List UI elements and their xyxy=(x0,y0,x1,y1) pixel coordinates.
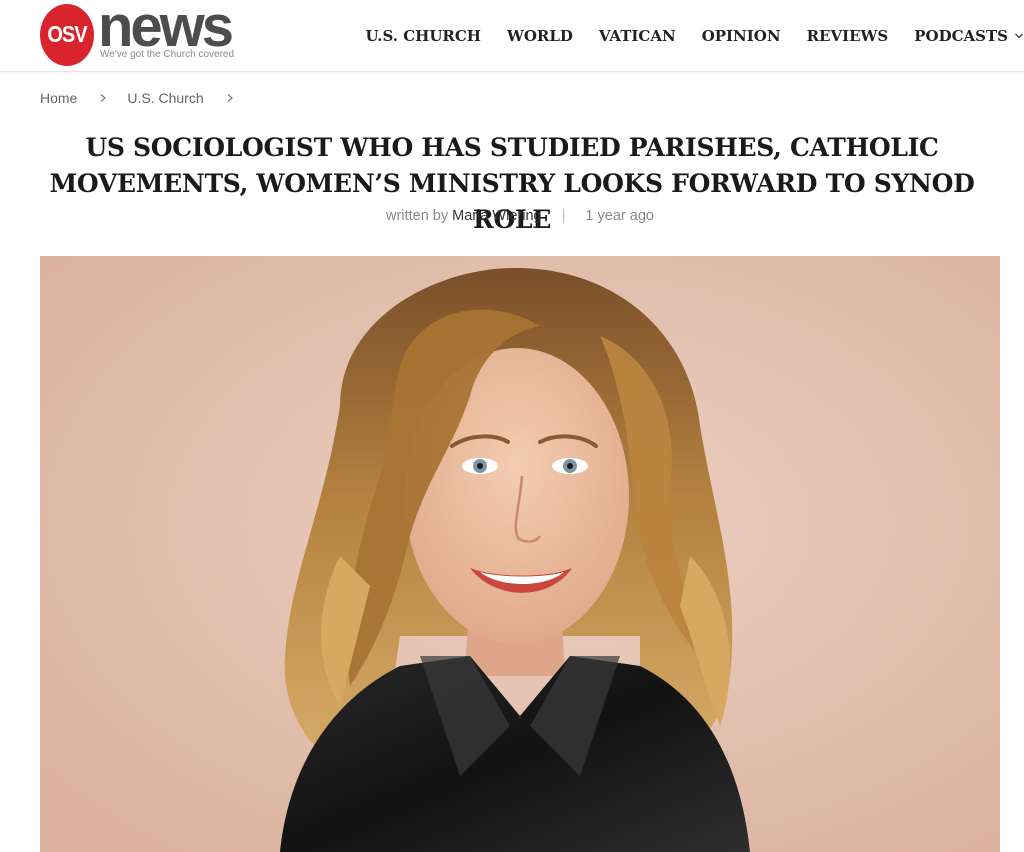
publish-date: 1 year ago xyxy=(585,208,654,224)
chevron-right-icon xyxy=(100,94,107,102)
nav-item-world[interactable]: WORLD xyxy=(507,27,573,45)
main-nav: U.S. CHURCH WORLD VATICAN OPINION REVIEW… xyxy=(366,0,1024,72)
breadcrumb-home[interactable]: Home xyxy=(40,90,77,106)
byline-prefix: written by xyxy=(386,208,449,224)
nav-item-opinion[interactable]: OPINION xyxy=(702,27,781,45)
nav-item-podcasts-label: PODCASTS xyxy=(914,27,1008,45)
nav-item-reviews[interactable]: REVIEWS xyxy=(807,27,889,45)
logo-tagline: We've got the Church covered xyxy=(100,49,235,60)
article-byline: written by Maria Wiering | 1 year ago xyxy=(0,208,1024,224)
chevron-right-icon xyxy=(227,94,233,102)
chevron-down-icon xyxy=(1015,33,1023,39)
breadcrumb: Home U.S. Church xyxy=(40,88,254,108)
site-header: OSV news We've got the Church covered U.… xyxy=(0,0,1024,72)
logo-badge: OSV xyxy=(40,3,94,67)
breadcrumb-us-church[interactable]: U.S. Church xyxy=(127,90,203,106)
site-logo[interactable]: OSV news We've got the Church covered xyxy=(40,0,250,67)
logo-wordmark: news xyxy=(98,0,234,59)
byline-divider: | xyxy=(561,208,566,224)
nav-item-us-church[interactable]: U.S. CHURCH xyxy=(366,27,481,45)
hero-image xyxy=(40,256,1000,852)
nav-item-vatican[interactable]: VATICAN xyxy=(599,27,676,45)
nav-item-podcasts[interactable]: PODCASTS xyxy=(914,27,1024,45)
author-link[interactable]: Maria Wiering xyxy=(452,208,541,224)
hero-portrait-illustration xyxy=(40,256,1000,852)
